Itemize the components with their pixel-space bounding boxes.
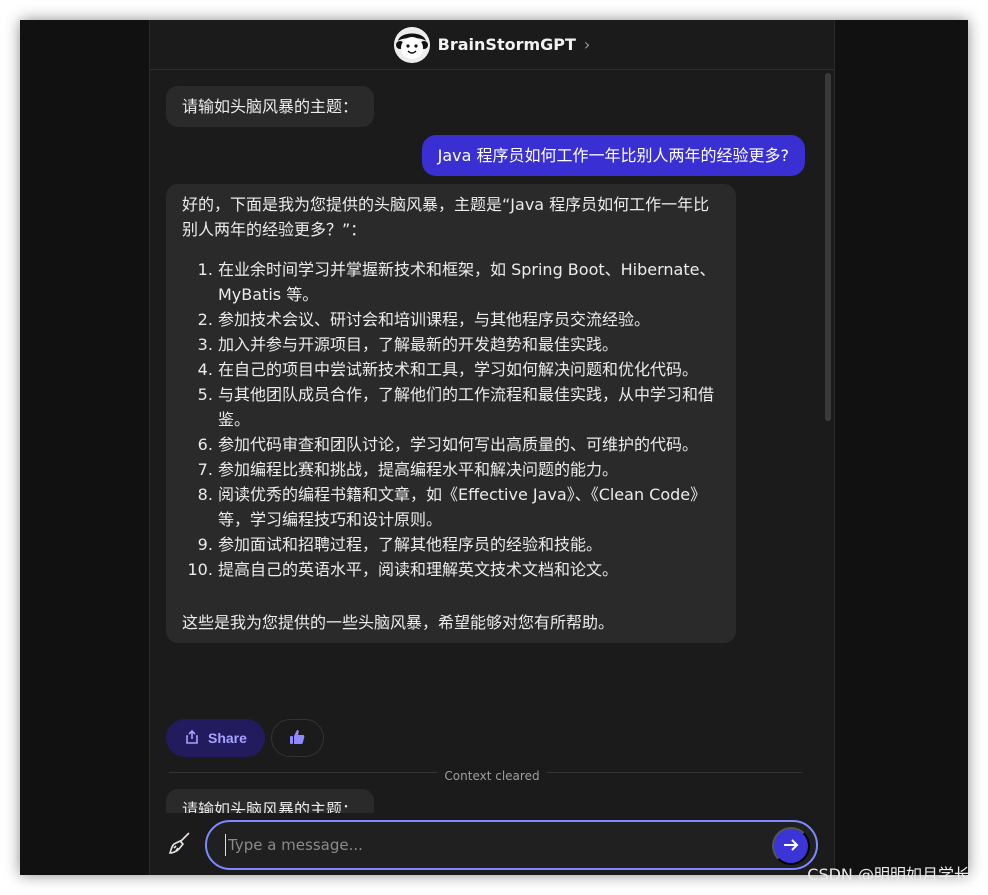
app-window: BrainStormGPT › 请输如头脑风暴的主题： Java 程序员如何工作… [20,20,968,875]
context-cleared-label: Context cleared [150,765,834,784]
answer-intro: 好的，下面是我为您提供的头脑风暴，主题是“Java 程序员如何工作一年比别人两年… [182,195,710,239]
message-list[interactable]: 请输如头脑风暴的主题： Java 程序员如何工作一年比别人两年的经验更多? 好的… [150,71,834,813]
list-item: 在自己的项目中尝试新技术和工具，学习如何解决问题和优化代码。 [218,357,720,382]
user-message: Java 程序员如何工作一年比别人两年的经验更多? [421,135,805,176]
watermark: CSDN @明明如月学长 [807,865,970,884]
bot-message-prompt: 请输如头脑风暴的主题： [166,86,375,127]
bot-message-prompt-2: 请输如头脑风暴的主题： [166,789,375,813]
chat-header[interactable]: BrainStormGPT › [150,20,834,70]
list-item: 参加代码审查和团队讨论，学习如何写出高质量的、可维护的代码。 [218,432,720,457]
broom-icon[interactable] [167,830,193,856]
list-item: 参加技术会议、研讨会和培训课程，与其他程序员交流经验。 [218,307,720,332]
like-button[interactable] [270,719,324,757]
list-item: 提高自己的英语水平，阅读和理解英文技术文档和论文。 [218,557,720,582]
avatar-icon [393,26,430,63]
thumbs-up-icon [288,728,306,749]
message-input-wrapper[interactable] [205,820,818,870]
message-input[interactable] [225,834,745,856]
chat-panel: BrainStormGPT › 请输如头脑风暴的主题： Java 程序员如何工作… [149,20,835,875]
list-item: 与其他团队成员合作，了解他们的工作流程和最佳实践，从中学习和借鉴。 [218,382,720,432]
bot-name[interactable]: BrainStormGPT [438,35,576,54]
share-icon [184,729,200,748]
share-label: Share [208,730,247,746]
scrollbar[interactable] [825,73,831,809]
chevron-right-icon[interactable]: › [584,35,590,54]
list-item: 参加面试和招聘过程，了解其他程序员的经验和技能。 [218,532,720,557]
scrollbar-thumb[interactable] [825,73,831,421]
send-button[interactable] [772,827,810,865]
list-item: 参加编程比赛和挑战，提高编程水平和解决问题的能力。 [218,457,720,482]
composer [150,815,834,875]
list-item: 阅读优秀的编程书籍和文章，如《Effective Java》、《Clean Co… [218,482,720,532]
list-item: 加入并参与开源项目，了解最新的开发趋势和最佳实践。 [218,332,720,357]
message-actions: Share [166,719,324,757]
bot-message-answer: 好的，下面是我为您提供的头脑风暴，主题是“Java 程序员如何工作一年比别人两年… [166,184,736,643]
answer-outro: 这些是我为您提供的一些头脑风暴，希望能够对您有所帮助。 [182,613,615,632]
list-item: 在业余时间学习并掌握新技术和框架，如 Spring Boot、Hibernate… [218,257,720,307]
answer-list: 在业余时间学习并掌握新技术和框架，如 Spring Boot、Hibernate… [182,257,720,582]
send-arrow-icon [781,835,801,858]
share-button[interactable]: Share [166,719,265,757]
